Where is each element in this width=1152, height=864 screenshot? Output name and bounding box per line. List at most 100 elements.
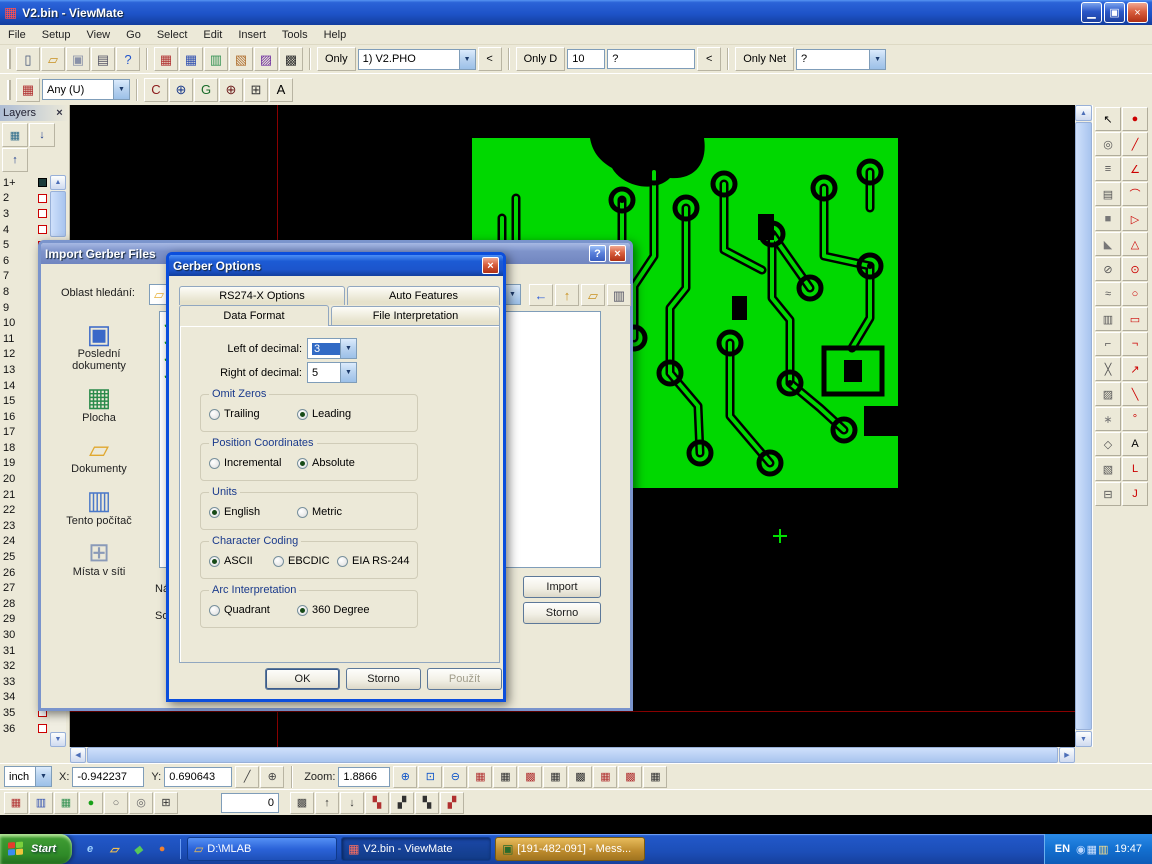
place-dokumenty[interactable]: ▱Dokumenty xyxy=(53,436,145,475)
radio-ascii[interactable]: ASCII xyxy=(209,555,273,567)
scrollbar-thumb[interactable] xyxy=(1075,122,1092,730)
pattern-d-icon[interactable]: ▞ xyxy=(440,792,464,814)
measure-icon[interactable]: ╱ xyxy=(235,766,259,788)
x-coordinate-field[interactable]: -0.942237 xyxy=(72,767,144,787)
cancel-button[interactable]: Storno xyxy=(346,668,421,690)
notch-tool-icon[interactable]: ⌐ xyxy=(1095,332,1121,356)
dialog-close-button[interactable]: × xyxy=(482,257,499,274)
scrollbar-thumb[interactable] xyxy=(87,747,1058,763)
dcode-table-icon[interactable]: ▦ xyxy=(154,47,178,71)
snap-grid-icon[interactable]: ⊞ xyxy=(154,792,178,814)
overlay-grid-icon[interactable]: ▦ xyxy=(54,792,78,814)
anchor-down-icon[interactable]: ↓ xyxy=(340,792,364,814)
scroll-down-icon[interactable]: ▼ xyxy=(1075,731,1092,747)
menu-tools[interactable]: Tools xyxy=(274,26,316,44)
layer-file-select[interactable]: 1) V2.PHO ▼ xyxy=(358,49,476,70)
dialog-help-button[interactable]: ? xyxy=(589,245,606,262)
close-button[interactable]: × xyxy=(1127,2,1148,23)
grid-toggle-icon[interactable]: ▦ xyxy=(4,792,28,814)
via-pattern-icon[interactable]: ▩ xyxy=(568,766,592,788)
tab-file-interpretation[interactable]: File Interpretation xyxy=(331,306,500,325)
probe-point-icon[interactable]: ◎ xyxy=(129,792,153,814)
layer-row[interactable]: 3 xyxy=(0,206,50,222)
target-mode-icon[interactable]: ⊕ xyxy=(219,78,243,102)
highlight-table-icon[interactable]: ▥ xyxy=(204,47,228,71)
tray-messenger-icon[interactable]: ◉ xyxy=(1076,842,1086,856)
media-launch-icon[interactable]: ◆ xyxy=(128,839,148,859)
aperture-table-icon[interactable]: ▦ xyxy=(179,47,203,71)
scroll-left-icon[interactable]: ◀ xyxy=(70,747,86,763)
outline-triangle-tool-icon[interactable]: ▷ xyxy=(1122,207,1148,231)
layer-move-up-button[interactable]: ↑ xyxy=(2,148,28,172)
task-viewmate[interactable]: ▦V2.bin - ViewMate xyxy=(341,837,491,861)
zoom-out-icon[interactable]: ⊖ xyxy=(443,766,467,788)
menu-select[interactable]: Select xyxy=(149,26,196,44)
pad-pattern-icon[interactable]: ▩ xyxy=(518,766,542,788)
menu-setup[interactable]: Setup xyxy=(34,26,79,44)
radio-360-degree[interactable]: 360 Degree xyxy=(297,604,385,616)
pattern-c-icon[interactable]: ▚ xyxy=(415,792,439,814)
menu-view[interactable]: View xyxy=(78,26,118,44)
zoom-in-icon[interactable]: ⊕ xyxy=(393,766,417,788)
degree-tool-icon[interactable]: ° xyxy=(1122,407,1148,431)
tray-display-icon[interactable]: ▦ xyxy=(1087,842,1097,856)
y-coordinate-field[interactable]: 0.690643 xyxy=(164,767,232,787)
place-posledn-dokumenty[interactable]: ▣Poslední dokumenty xyxy=(53,321,145,372)
previous-dcode-button[interactable]: < xyxy=(697,47,721,71)
layer-row[interactable]: 2 xyxy=(0,191,50,207)
dcode-grid-icon[interactable]: ▦ xyxy=(468,766,492,788)
scrollbar-thumb[interactable] xyxy=(50,191,66,237)
task-dmlab[interactable]: ▱D:\MLAB xyxy=(187,837,337,861)
center-snap-tool-icon[interactable]: ◎ xyxy=(1095,132,1121,156)
radio-trailing[interactable]: Trailing xyxy=(209,408,297,420)
text-mode-icon[interactable]: A xyxy=(269,78,293,102)
selection-mode-icon[interactable]: ▦ xyxy=(16,78,40,102)
menu-help[interactable]: Help xyxy=(316,26,355,44)
trace-pattern-icon[interactable]: ▦ xyxy=(543,766,567,788)
radio-english[interactable]: English xyxy=(209,506,297,518)
radio-metric[interactable]: Metric xyxy=(297,506,385,518)
radio-ebcdic[interactable]: EBCDIC xyxy=(273,555,337,567)
vector-tool-icon[interactable]: ↗ xyxy=(1122,357,1148,381)
dcode-input[interactable]: 10 xyxy=(567,49,605,69)
radio-quadrant[interactable]: Quadrant xyxy=(209,604,297,616)
open-file-icon[interactable]: ▱ xyxy=(41,47,65,71)
line-tool-icon[interactable]: ╱ xyxy=(1122,132,1148,156)
macro-table-icon[interactable]: ▨ xyxy=(254,47,278,71)
shade-tool-icon[interactable]: ▨ xyxy=(1095,382,1121,406)
column-grid-tool-icon[interactable]: ▥ xyxy=(1095,307,1121,331)
angle-tool-icon[interactable]: ∠ xyxy=(1122,157,1148,181)
no-fill-tool-icon[interactable]: ⊘ xyxy=(1095,257,1121,281)
tab-data-format[interactable]: Data Format xyxy=(179,305,329,326)
back-icon[interactable]: ← xyxy=(529,284,553,306)
filled-rect-tool-icon[interactable]: ■ xyxy=(1095,207,1121,231)
text-tool-icon[interactable]: A xyxy=(1122,432,1148,456)
menu-file[interactable]: File xyxy=(0,26,34,44)
layer-move-down-button[interactable]: ↓ xyxy=(29,123,55,147)
hatch-tool-icon[interactable]: ▤ xyxy=(1095,182,1121,206)
wave-tool-icon[interactable]: ≈ xyxy=(1095,282,1121,306)
backslash-line-tool-icon[interactable]: ╲ xyxy=(1122,382,1148,406)
component-mode-icon[interactable]: C xyxy=(144,78,168,102)
units-grid-icon[interactable]: ▥ xyxy=(29,792,53,814)
place-m-sta-v-s-ti[interactable]: ⊞Místa v síti xyxy=(53,539,145,578)
import-button[interactable]: Import xyxy=(523,576,601,598)
dialog-close-button[interactable]: × xyxy=(609,245,626,262)
circle-tool-icon[interactable]: ○ xyxy=(1122,282,1148,306)
rect-tool-icon[interactable]: ▭ xyxy=(1122,307,1148,331)
l-text-tool-icon[interactable]: L xyxy=(1122,457,1148,481)
language-indicator[interactable]: EN xyxy=(1055,843,1070,855)
storno-button[interactable]: Storno xyxy=(523,602,601,624)
restore-button[interactable]: ▣ xyxy=(1104,2,1125,23)
cross-probe-icon[interactable]: ⊕ xyxy=(169,78,193,102)
step-value-field[interactable]: 0 xyxy=(221,793,279,813)
horizontal-scrollbar[interactable]: ◀ ▶ xyxy=(70,747,1075,763)
view-menu-icon[interactable]: ▥ xyxy=(607,284,631,306)
place-tento-po-ta[interactable]: ▥Tento počítač xyxy=(53,487,145,526)
save-file-icon[interactable]: ▣ xyxy=(66,47,90,71)
diamond-tool-icon[interactable]: ◇ xyxy=(1095,432,1121,456)
scroll-up-icon[interactable]: ▲ xyxy=(50,175,66,190)
pattern-a-icon[interactable]: ▚ xyxy=(365,792,389,814)
minus-box-tool-icon[interactable]: ⊟ xyxy=(1095,482,1121,506)
previous-layer-button[interactable]: < xyxy=(478,47,502,71)
